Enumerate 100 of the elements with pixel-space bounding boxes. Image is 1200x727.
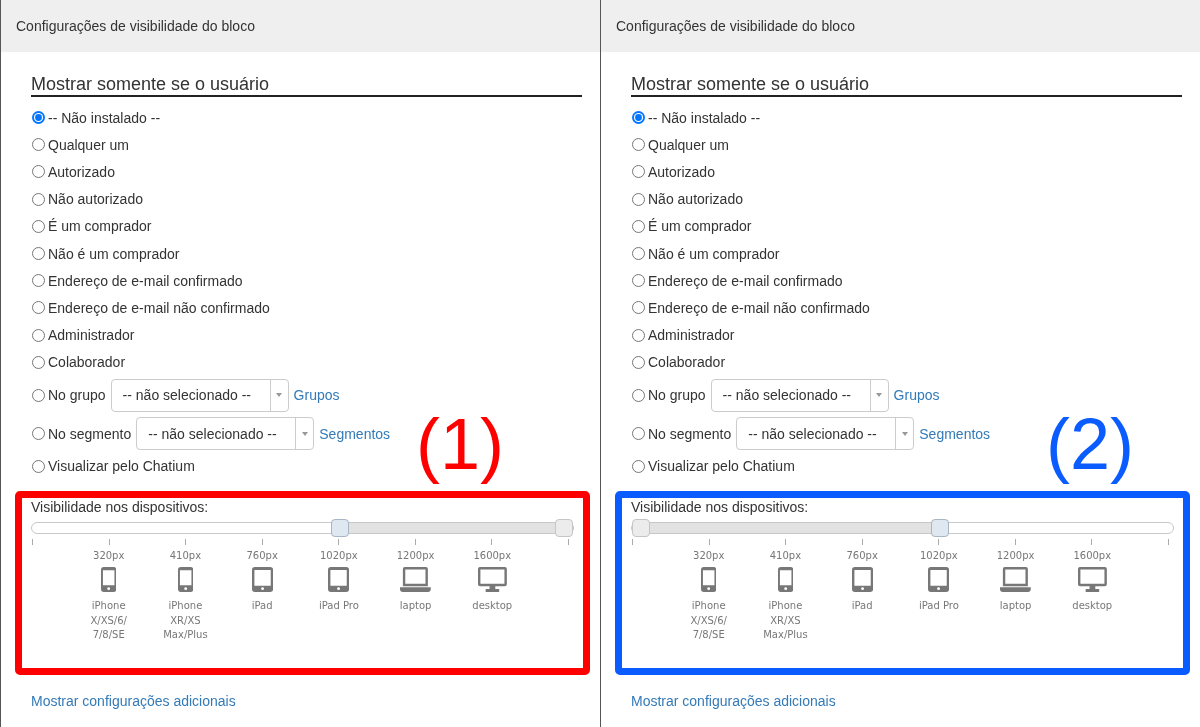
link[interactable]: Segmentos [919,425,991,442]
radio-button[interactable] [632,247,645,261]
radio-button[interactable] [632,388,645,402]
tick-mark [108,539,110,546]
option-label[interactable]: Colaborador [648,354,726,371]
option-label[interactable]: No grupo [648,387,706,404]
caret-icon [876,393,883,398]
tick-mark [491,539,493,546]
phone-icon [777,567,794,593]
breakpoint-label: 1200px [996,549,1035,564]
radio-button[interactable] [632,274,645,288]
option-label[interactable]: No segmento [48,425,132,442]
option-label[interactable]: Endereço de e-mail confirmado [48,272,243,289]
option-label[interactable]: -- Não instalado -- [48,109,161,126]
tick-mark [861,539,863,546]
option-label[interactable]: Não autorizado [648,191,743,208]
device-name: iPhone XR/XS Max/Plus [162,599,209,643]
tablet-icon [251,567,273,593]
option-label[interactable]: -- Não instalado -- [648,109,761,126]
option-label[interactable]: Endereço de e-mail confirmado [648,272,843,289]
radio-button[interactable] [32,459,45,473]
option-label[interactable]: Não é um comprador [48,245,180,262]
slider-handle[interactable] [555,519,573,538]
option-label[interactable]: Qualquer um [648,136,729,153]
option-label[interactable]: Endereço de e-mail não confirmado [648,299,870,316]
dropdown[interactable]: -- não selecionado -- [710,378,889,412]
radio-button[interactable] [632,328,645,342]
tick-mark [632,539,633,546]
device-name: desktop [472,599,513,614]
radio-button[interactable] [32,328,45,342]
phone-icon [701,567,717,593]
option-label[interactable]: Endereço de e-mail não confirmado [48,299,270,316]
caret-icon [301,431,308,436]
option-label[interactable]: Visualizar pelo Chatium [48,458,195,475]
tablet-icon [928,567,950,593]
option-label[interactable]: Autorizado [648,163,715,180]
radio-button[interactable] [32,388,45,402]
dropdown[interactable]: -- não selecionado -- [136,417,315,451]
more-settings-link[interactable]: Mostrar configurações adicionais [631,692,836,709]
caret-icon [901,431,908,436]
option-label[interactable]: Não é um comprador [648,245,780,262]
breakpoint-label: 410px [769,549,802,564]
slider-handle[interactable] [632,519,650,538]
radio-button[interactable] [632,138,645,152]
phone-icon [101,567,117,593]
dropdown[interactable]: -- não selecionado -- [110,378,289,412]
option-label[interactable]: Visualizar pelo Chatium [648,458,795,475]
breakpoint-label: 410px [169,549,202,564]
option-label[interactable]: É um comprador [48,218,152,235]
radio-button[interactable] [32,355,45,369]
tick-mark [1167,539,1169,546]
option-label[interactable]: Autorizado [48,163,115,180]
option-label[interactable]: Não autorizado [48,191,143,208]
option-label[interactable]: No segmento [648,425,732,442]
option-label[interactable]: Colaborador [48,354,126,371]
option-label[interactable]: É um comprador [648,218,752,235]
option-label[interactable]: Administrador [48,327,135,344]
radio-button[interactable] [632,219,645,233]
phone-icon [177,567,194,593]
tick-mark [938,539,940,546]
slider-handle[interactable] [930,519,949,538]
radio-button[interactable] [32,111,45,125]
option-label[interactable]: Qualquer um [48,136,129,153]
radio-button[interactable] [632,459,645,473]
option-label[interactable]: Administrador [648,327,735,344]
device-name: iPad [251,599,273,614]
tablet-icon [328,567,350,593]
tick-mark [567,539,569,546]
dropdown[interactable]: -- não selecionado -- [736,417,915,451]
tick-mark [414,539,416,546]
slider-track[interactable] [631,522,1174,535]
panel-title: Configurações de visibilidade do bloco [616,18,855,34]
breakpoint-label: 1200px [396,549,435,564]
device-name: iPhone X/XS/6/7/8/SE [689,599,728,643]
radio-button[interactable] [32,192,45,206]
radio-button[interactable] [32,247,45,261]
radio-button[interactable] [32,427,45,441]
caret-icon [276,393,283,398]
link[interactable]: Grupos [293,387,340,404]
link[interactable]: Grupos [893,387,940,404]
breakpoint-label: 1020px [320,549,358,564]
more-settings-link[interactable]: Mostrar configurações adicionais [31,692,236,709]
radio-button[interactable] [632,301,645,315]
field-label: Visibilidade nos dispositivos: [631,499,810,516]
radio-button[interactable] [632,192,645,206]
radio-button[interactable] [32,219,45,233]
radio-button[interactable] [632,111,645,125]
radio-button[interactable] [632,165,645,179]
radio-button[interactable] [632,355,645,369]
slider-handle[interactable] [330,519,349,538]
radio-button[interactable] [32,165,45,179]
slider-track[interactable] [31,522,574,535]
laptop-icon [400,567,431,593]
option-label[interactable]: No grupo [48,387,106,404]
link[interactable]: Segmentos [319,425,391,442]
radio-button[interactable] [32,274,45,288]
radio-button[interactable] [32,138,45,152]
breakpoint-label: 1020px [920,549,958,564]
radio-button[interactable] [632,427,645,441]
radio-button[interactable] [32,301,45,315]
